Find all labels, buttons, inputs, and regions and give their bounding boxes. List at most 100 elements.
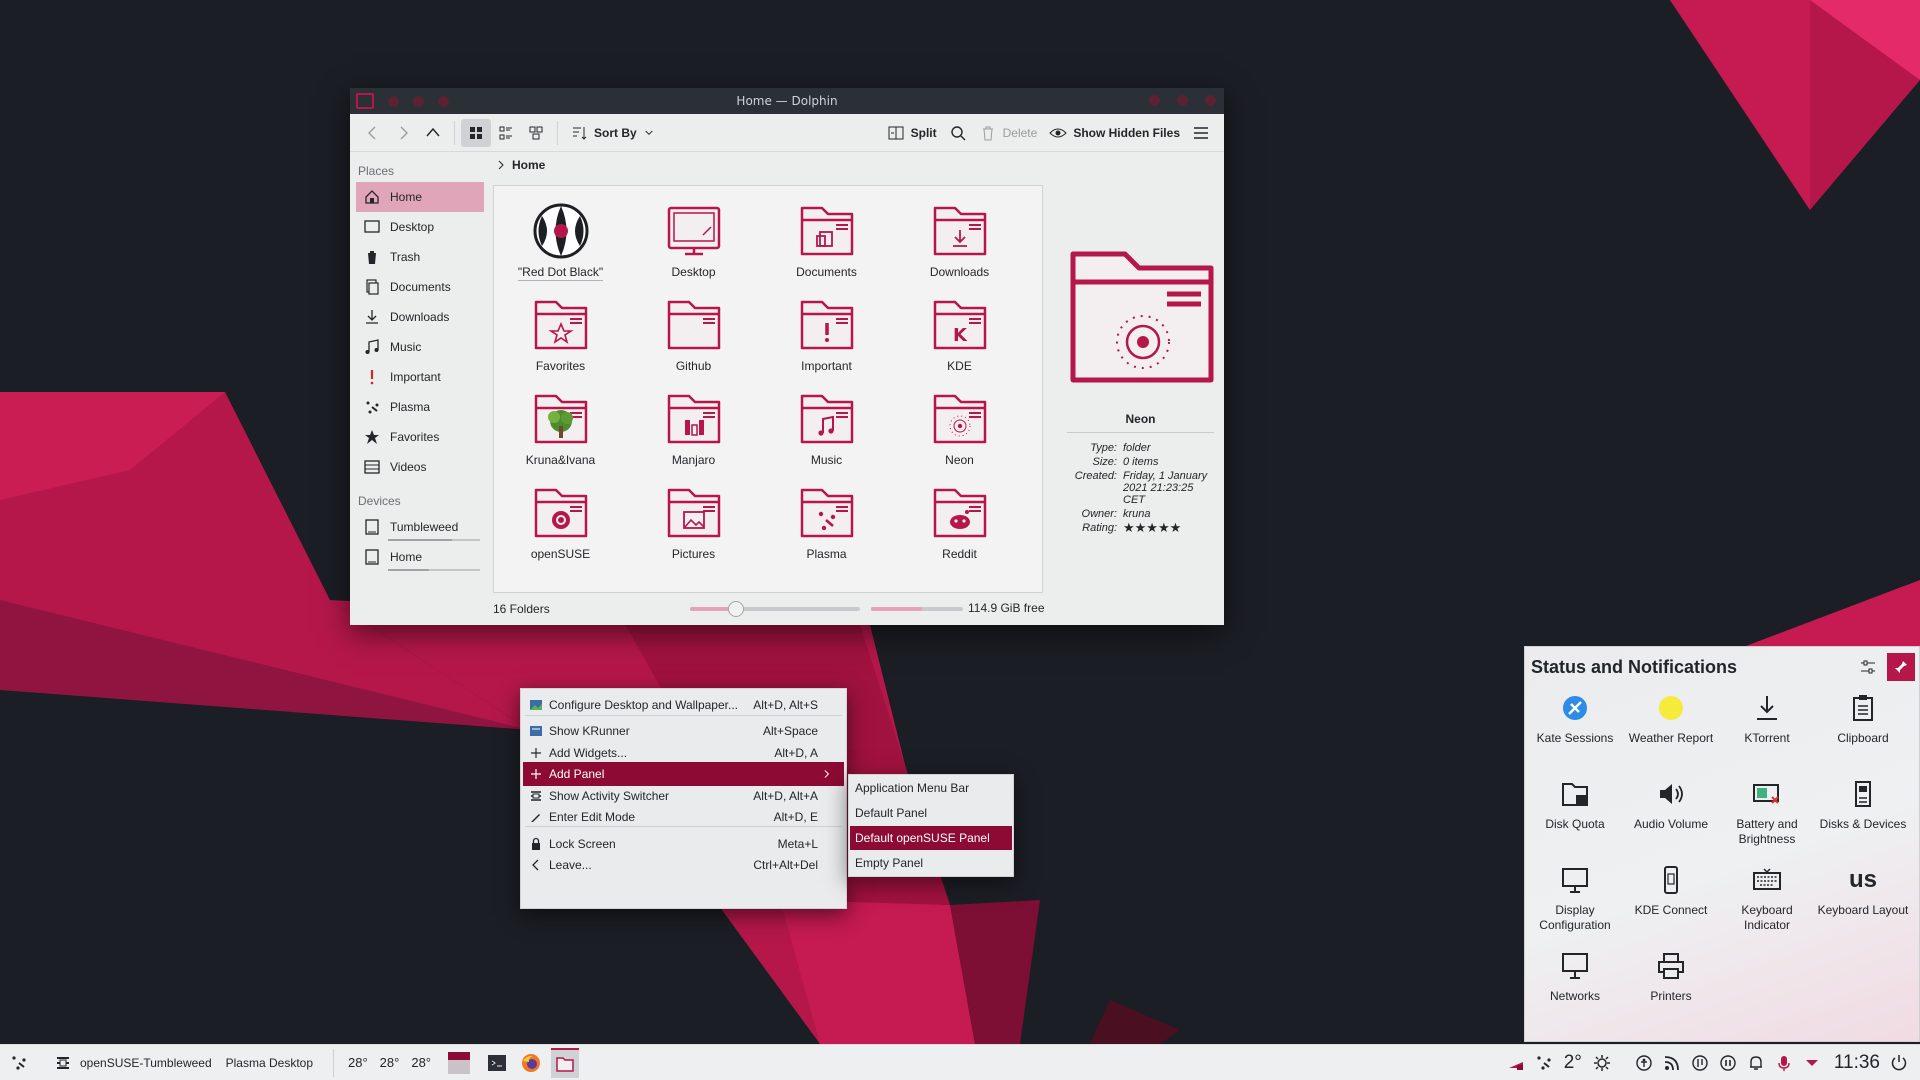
menu-item-configure-desktop-and-wallpaper[interactable]: Configure Desktop and Wallpaper... Alt+D,… bbox=[523, 693, 844, 717]
pager-desktop[interactable] bbox=[445, 1048, 473, 1078]
activity-switcher[interactable]: openSUSE-Tumbleweed bbox=[54, 1054, 212, 1072]
split-button[interactable]: Split bbox=[881, 119, 943, 147]
file-item[interactable]: Desktop bbox=[627, 200, 760, 294]
status-item-ktorrent[interactable]: KTorrent bbox=[1719, 691, 1815, 777]
plasma-launcher[interactable] bbox=[10, 1054, 28, 1072]
places-item-videos[interactable]: Videos bbox=[356, 452, 484, 482]
maximize-button[interactable] bbox=[1177, 95, 1188, 106]
forward-button[interactable] bbox=[388, 119, 418, 147]
submenu-item[interactable]: Empty Panel bbox=[850, 851, 1012, 875]
temperature-3[interactable]: 28° bbox=[411, 1055, 431, 1070]
search-button[interactable] bbox=[943, 119, 973, 147]
bell-icon[interactable] bbox=[1747, 1054, 1765, 1072]
back-button[interactable] bbox=[358, 119, 388, 147]
status-item-kate-sessions[interactable]: Kate Sessions bbox=[1527, 691, 1623, 777]
places-item-trash[interactable]: Trash bbox=[356, 242, 484, 272]
status-item-audio-volume[interactable]: Audio Volume bbox=[1623, 777, 1719, 863]
temperature-1[interactable]: 28° bbox=[348, 1055, 368, 1070]
status-item-keyboard-layout[interactable]: us Keyboard Layout bbox=[1815, 863, 1911, 949]
file-item[interactable]: Pictures bbox=[627, 482, 760, 576]
icons-view-button[interactable] bbox=[461, 118, 491, 147]
submenu-item[interactable]: Default openSUSE Panel bbox=[850, 826, 1012, 850]
menu-item-add-panel[interactable]: Add Panel bbox=[523, 762, 844, 786]
places-item-favorites[interactable]: Favorites bbox=[356, 422, 484, 452]
breadcrumb-home[interactable]: Home bbox=[512, 158, 545, 172]
plasma-tray-icon[interactable] bbox=[1535, 1054, 1553, 1072]
sun-tray-icon[interactable] bbox=[1593, 1054, 1611, 1072]
power-icon[interactable] bbox=[1890, 1054, 1908, 1072]
status-item-networks[interactable]: Networks bbox=[1527, 949, 1623, 1035]
places-item-plasma[interactable]: Plasma bbox=[356, 392, 484, 422]
places-item-music[interactable]: Music bbox=[356, 332, 484, 362]
file-item[interactable]: Kruna&Ivana bbox=[494, 388, 627, 482]
menu-item-enter-edit-mode[interactable]: Enter Edit Mode Alt+D, E bbox=[523, 805, 844, 829]
status-item-display-configuration[interactable]: Display Configuration bbox=[1527, 863, 1623, 949]
details-view-button[interactable] bbox=[521, 119, 551, 147]
pause-icon[interactable] bbox=[1719, 1054, 1737, 1072]
status-item-clipboard[interactable]: Clipboard bbox=[1815, 691, 1911, 777]
places-item-home[interactable]: Home bbox=[356, 182, 484, 212]
minimize-button[interactable] bbox=[1149, 95, 1160, 106]
status-item-battery-and-brightness[interactable]: Battery and Brightness bbox=[1719, 777, 1815, 863]
sort-by-button[interactable]: Sort By bbox=[564, 119, 661, 147]
accessibility-icon[interactable] bbox=[1635, 1054, 1653, 1072]
file-item[interactable]: Important bbox=[760, 294, 893, 388]
rss-icon[interactable] bbox=[1663, 1054, 1681, 1072]
file-view[interactable]: "Red Dot Black" Desktop Documents Downloads… bbox=[493, 185, 1043, 593]
file-item[interactable]: Manjaro bbox=[627, 388, 760, 482]
file-item[interactable]: openSUSE bbox=[494, 482, 627, 576]
microphone-icon[interactable] bbox=[1775, 1054, 1793, 1072]
submenu-item[interactable]: Default Panel bbox=[850, 801, 1012, 825]
file-item[interactable]: Documents bbox=[760, 200, 893, 294]
submenu-item[interactable]: Application Menu Bar bbox=[850, 776, 1012, 800]
places-item-important[interactable]: Important bbox=[356, 362, 484, 392]
clock[interactable]: 11:36 bbox=[1834, 1052, 1880, 1074]
zoom-slider[interactable] bbox=[690, 601, 860, 617]
titlebar[interactable]: Home — Dolphin bbox=[350, 88, 1224, 114]
file-item[interactable]: Plasma bbox=[760, 482, 893, 576]
status-item-weather-report[interactable]: Weather Report bbox=[1623, 691, 1719, 777]
file-item[interactable]: Music bbox=[760, 388, 893, 482]
zoom-slider-handle[interactable] bbox=[727, 601, 744, 617]
tray-expand-icon[interactable] bbox=[1803, 1054, 1821, 1072]
status-item-disks-devices[interactable]: Disks & Devices bbox=[1815, 777, 1911, 863]
file-item[interactable]: Downloads bbox=[893, 200, 1026, 294]
shade-dot[interactable] bbox=[438, 95, 449, 107]
file-item[interactable]: K KDE bbox=[893, 294, 1026, 388]
notification-flag-icon[interactable] bbox=[1507, 1054, 1525, 1072]
task-firefox[interactable] bbox=[517, 1048, 545, 1078]
rating-stars[interactable]: ★★★★★ bbox=[1123, 521, 1213, 534]
weather-temperature[interactable]: 2° bbox=[1564, 1052, 1582, 1074]
desktop-name[interactable]: Plasma Desktop bbox=[226, 1056, 313, 1070]
configure-button[interactable] bbox=[1855, 654, 1881, 680]
pin-button[interactable] bbox=[1887, 653, 1915, 681]
device-item-tumbleweed[interactable]: Tumbleweed bbox=[356, 512, 484, 542]
breadcrumb[interactable]: Home bbox=[490, 154, 1060, 176]
status-item-keyboard-indicator[interactable]: Keyboard Indicator bbox=[1719, 863, 1815, 949]
show-hidden-files-button[interactable]: Show Hidden Files bbox=[1043, 119, 1186, 147]
status-item-kde-connect[interactable]: KDE Connect bbox=[1623, 863, 1719, 949]
keep-above-dot[interactable] bbox=[413, 95, 424, 107]
media-icon[interactable] bbox=[1691, 1054, 1709, 1072]
dolphin-app-icon[interactable] bbox=[356, 93, 374, 109]
status-item-printers[interactable]: Printers bbox=[1623, 949, 1719, 1035]
window-menu-dot[interactable] bbox=[388, 95, 399, 107]
places-item-desktop[interactable]: Desktop bbox=[356, 212, 484, 242]
file-item[interactable]: Neon bbox=[893, 388, 1026, 482]
compact-view-button[interactable] bbox=[491, 119, 521, 147]
device-item-home[interactable]: Home bbox=[356, 542, 484, 572]
status-item-disk-quota[interactable]: Disk Quota bbox=[1527, 777, 1623, 863]
places-item-documents[interactable]: Documents bbox=[356, 272, 484, 302]
menu-item-show-krunner[interactable]: Show KRunner Alt+Space bbox=[523, 719, 844, 743]
file-item[interactable]: Github bbox=[627, 294, 760, 388]
menu-item-leave[interactable]: Leave... Ctrl+Alt+Del bbox=[523, 853, 844, 877]
places-item-downloads[interactable]: Downloads bbox=[356, 302, 484, 332]
file-item[interactable]: Favorites bbox=[494, 294, 627, 388]
up-button[interactable] bbox=[418, 119, 448, 147]
close-button[interactable] bbox=[1205, 95, 1216, 106]
task-dolphin[interactable] bbox=[551, 1047, 580, 1078]
delete-button[interactable]: Delete bbox=[973, 119, 1044, 147]
hamburger-menu-button[interactable] bbox=[1186, 119, 1216, 147]
file-item[interactable]: Reddit bbox=[893, 482, 1026, 576]
file-item[interactable]: "Red Dot Black" bbox=[494, 200, 627, 294]
